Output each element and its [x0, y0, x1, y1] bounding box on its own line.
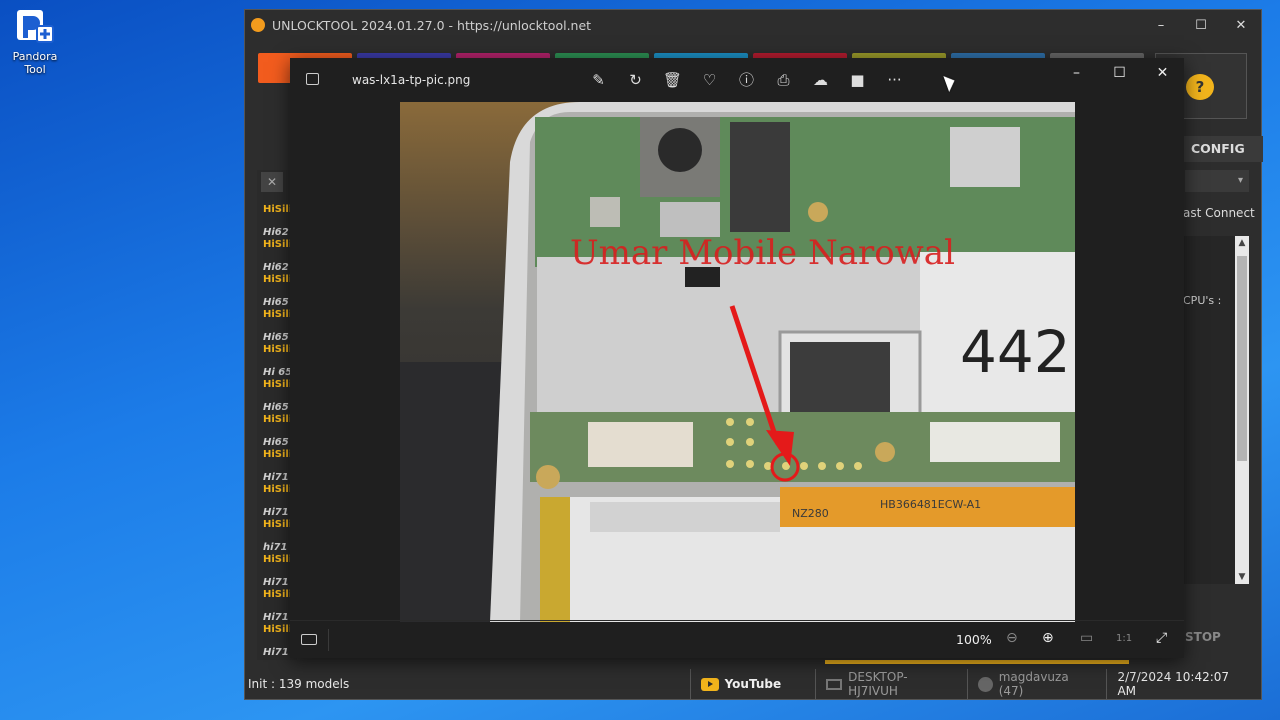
viewer-bottombar: 100% ⊖ ⊕ ▭ 1:1 ⤢	[290, 620, 1184, 658]
print-icon[interactable]: ⎙	[765, 70, 802, 90]
cpus-label: CPU's :	[1183, 294, 1222, 307]
config-label: CONFIG	[1191, 141, 1245, 156]
youtube-link[interactable]: YouTube	[689, 669, 816, 699]
unlocktool-title: UNLOCKTOOL 2024.01.27.0 - https://unlock…	[272, 17, 592, 33]
viewer-toolbar: ✎ ↻ 🗑 ♡ ⓘ ⎙ ☁ ■ ···	[580, 70, 913, 90]
desktop-icon-label: Pandora Tool	[12, 50, 58, 76]
edit-icon[interactable]: ✎	[580, 70, 617, 90]
onedrive-icon[interactable]: ☁	[802, 70, 839, 90]
log-panel: CPU's : ▲ ▼	[1183, 236, 1249, 584]
actual-size-icon[interactable]: 1:1	[1116, 633, 1132, 644]
scroll-thumb[interactable]	[1237, 256, 1247, 461]
chevron-down-icon: ▾	[1237, 175, 1243, 186]
init-status: Init : 139 models	[248, 677, 350, 691]
zoom-out-icon[interactable]: ⊖	[1006, 630, 1018, 646]
computer-name: DESKTOP-HJ7IVUH	[815, 669, 967, 699]
clear-list-button[interactable]: ✕	[261, 172, 283, 192]
help-icon[interactable]: ?	[1186, 74, 1214, 100]
unlocktool-close-button[interactable]: ✕	[1221, 18, 1261, 33]
photo-image: 442 NZ280 HB366481ECW-A1 Umar Mobile Nar…	[400, 102, 1075, 622]
favorite-icon[interactable]: ♡	[691, 70, 728, 90]
clipchamp-icon[interactable]: ■	[839, 70, 876, 90]
viewer-filename: was-lx1a-tp-pic.png	[352, 73, 471, 87]
more-icon[interactable]: ···	[876, 70, 913, 90]
desktop-icon-pandora-tool[interactable]: Pandora Tool	[2, 6, 68, 76]
viewer-minimize-button[interactable]: –	[1055, 62, 1098, 84]
computer-label: DESKTOP-HJ7IVUH	[848, 670, 908, 698]
gallery-icon[interactable]	[306, 73, 319, 85]
port-dropdown[interactable]: ▾	[1185, 170, 1249, 192]
unlocktool-minimize-button[interactable]: –	[1141, 18, 1181, 33]
youtube-label: YouTube	[724, 677, 782, 691]
photo-watermark: Umar Mobile Narowal	[570, 233, 955, 273]
photo-viewer-window: was-lx1a-tp-pic.png ✎ ↻ 🗑 ♡ ⓘ ⎙ ☁ ■ ··· – ☐ ✕	[290, 58, 1184, 658]
user-label: magdavuza (47)	[998, 670, 1069, 698]
viewer-maximize-button[interactable]: ☐	[1098, 62, 1141, 84]
svg-text:HB366481ECW-A1: HB366481ECW-A1	[880, 498, 981, 511]
unlocktool-logo-icon	[251, 18, 265, 32]
scroll-down-icon[interactable]: ▼	[1235, 570, 1249, 584]
datetime: 2/7/2024 10:42:07 AM	[1106, 669, 1261, 699]
zoom-in-icon[interactable]: ⊕	[1042, 630, 1054, 646]
user-icon	[977, 676, 993, 692]
filmstrip-icon[interactable]	[301, 634, 317, 645]
computer-icon	[826, 678, 843, 690]
info-icon[interactable]: ⓘ	[728, 70, 765, 90]
status-bar: Init : 139 models YouTube DESKTOP-HJ7IVU…	[245, 669, 1261, 699]
stop-button[interactable]: STOP	[1185, 630, 1221, 644]
unlocktool-titlebar: UNLOCKTOOL 2024.01.27.0 - https://unlock…	[245, 10, 1261, 40]
viewer-titlebar: was-lx1a-tp-pic.png ✎ ↻ 🗑 ♡ ⓘ ⎙ ☁ ■ ··· – ☐ ✕	[290, 58, 1184, 102]
fast-connect-label[interactable]: ast Connect	[1183, 206, 1255, 220]
config-button[interactable]: CONFIG	[1183, 136, 1263, 162]
viewer-close-button[interactable]: ✕	[1141, 62, 1184, 84]
divider	[328, 629, 329, 651]
svg-text:NZ280: NZ280	[792, 507, 829, 520]
youtube-icon	[700, 677, 719, 691]
progress-bar	[825, 660, 1129, 664]
unlocktool-maximize-button[interactable]: ☐	[1181, 18, 1221, 33]
scroll-up-icon[interactable]: ▲	[1235, 236, 1249, 250]
fit-window-icon[interactable]: ▭	[1080, 630, 1093, 646]
rotate-icon[interactable]: ↻	[617, 70, 654, 90]
pandora-tool-icon	[13, 6, 57, 48]
zoom-level: 100%	[956, 632, 992, 647]
fullscreen-icon[interactable]: ⤢	[1156, 630, 1167, 646]
delete-icon[interactable]: 🗑	[654, 70, 691, 90]
log-scrollbar[interactable]: ▲ ▼	[1235, 236, 1249, 584]
svg-text:442: 442	[960, 318, 1071, 386]
user-info: magdavuza (47)	[966, 669, 1107, 699]
